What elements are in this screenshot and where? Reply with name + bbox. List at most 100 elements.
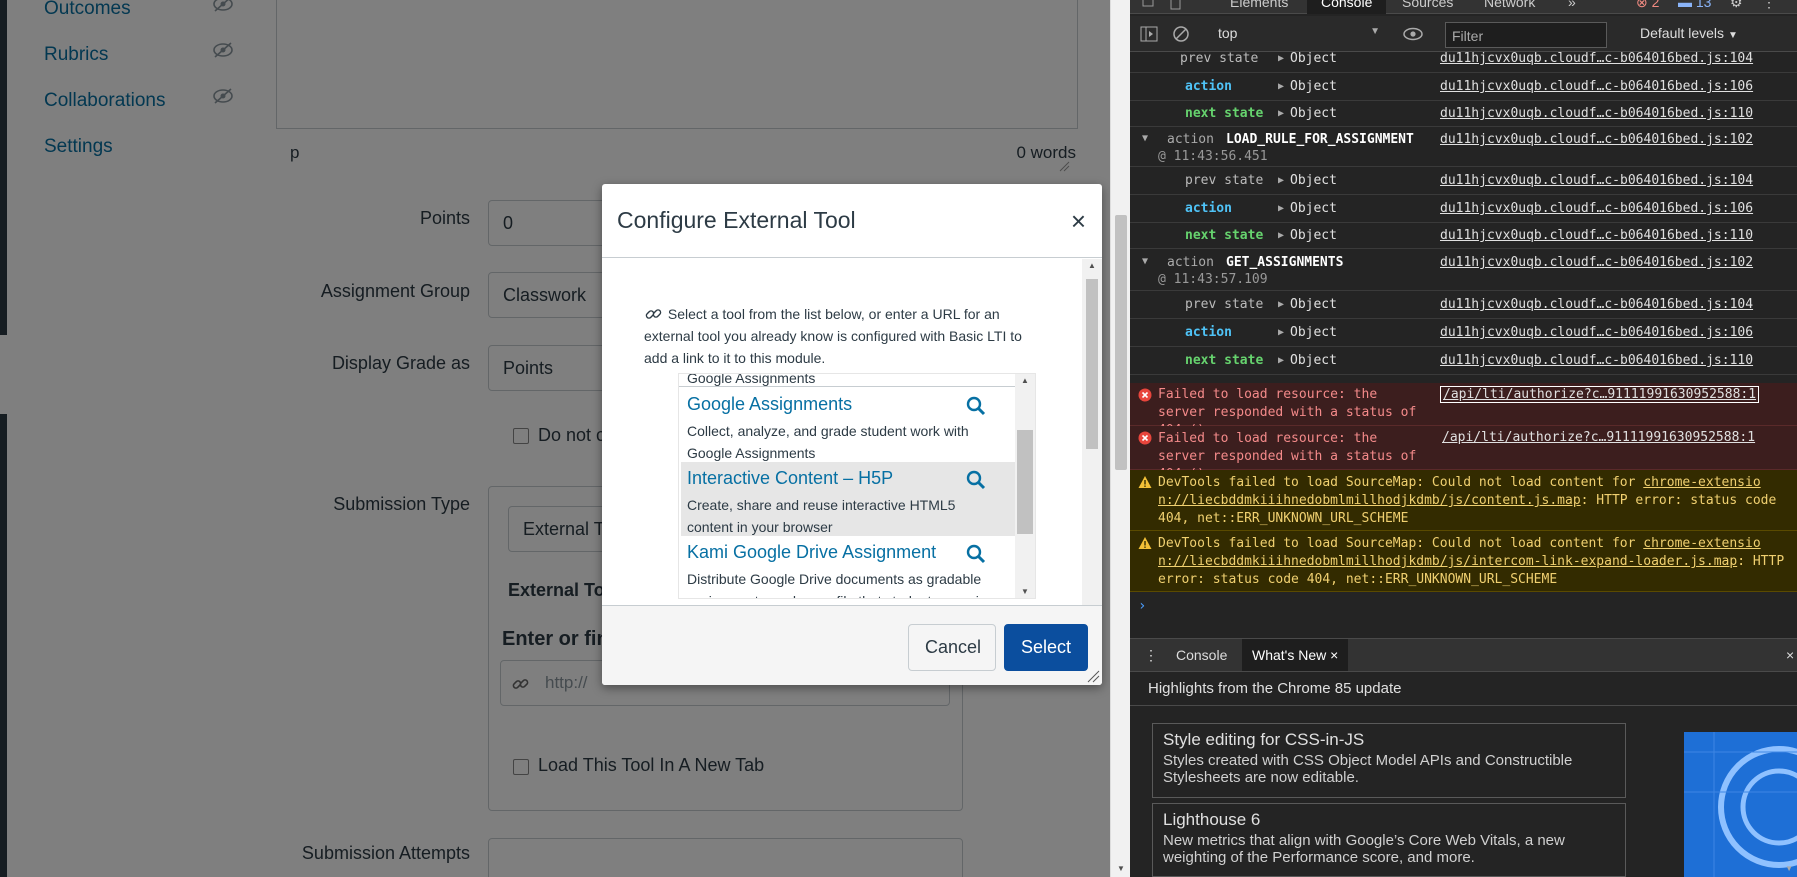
log-label: prev state [1185,297,1264,312]
tool-name[interactable]: Kami Google Drive Assignment [687,542,936,563]
tab-network[interactable]: Network [1484,0,1535,10]
scroll-down-arrow-icon[interactable]: ▼ [1117,864,1125,873]
expand-arrow-icon[interactable]: ▶ [1278,203,1284,214]
message-count-badge[interactable]: ▬ 13 [1678,0,1711,10]
devtools-tabbar: Elements Console Sources Network » ⊗ 2 ▬… [1130,0,1797,14]
cancel-button[interactable]: Cancel [908,624,996,671]
log-source-link[interactable]: du11hjcvx0uqb.cloudf…c-b064016bed.js:104 [1440,297,1753,312]
device-toolbar-icon[interactable] [1168,0,1184,10]
page-scrollbar[interactable]: ▼ [1110,0,1130,877]
error-source-link[interactable]: /api/lti/authorize?c…91111991630952588:1 [1442,430,1755,445]
tool-name[interactable]: Google Assignments [687,394,852,415]
modal-body-scrollbar[interactable]: ▲ [1082,259,1102,605]
tool-name[interactable]: Interactive Content – H5P [687,468,893,489]
log-source-link[interactable]: du11hjcvx0uqb.cloudf…c-b064016bed.js:104 [1440,173,1753,188]
scroll-up-arrow-icon[interactable]: ▲ [1021,376,1029,385]
close-drawer-icon[interactable]: × [1786,647,1794,663]
tab-elements[interactable]: Elements [1230,0,1288,10]
log-source-link[interactable]: du11hjcvx0uqb.cloudf…c-b064016bed.js:102 [1440,255,1753,270]
log-object[interactable]: Object [1290,106,1337,121]
log-source-link[interactable]: du11hjcvx0uqb.cloudf…c-b064016bed.js:102 [1440,132,1753,147]
devtools-panel: Elements Console Sources Network » ⊗ 2 ▬… [1130,0,1797,877]
log-source-link[interactable]: du11hjcvx0uqb.cloudf…c-b064016bed.js:110 [1440,228,1753,243]
tool-item-google-assignments[interactable]: Google Assignments Collect, analyze, and… [681,388,1017,462]
log-row: prev state ▶ Object du11hjcvx0uqb.cloudf… [1130,291,1797,319]
close-icon[interactable]: × [1330,647,1338,663]
log-object[interactable]: Object [1290,353,1337,368]
tool-list[interactable]: Google Assignments Google Assignments Co… [678,373,1036,599]
log-source-link[interactable]: du11hjcvx0uqb.cloudf…c-b064016bed.js:110 [1440,353,1753,368]
warning-message: DevTools failed to load SourceMap: Could… [1158,475,1777,526]
log-group-row[interactable]: ▼ action GET_ASSIGNMENTS du11hjcvx0uqb.c… [1130,249,1797,291]
drawer-tab-console[interactable]: Console [1176,647,1227,663]
link-icon [645,309,662,319]
log-label: next state [1185,228,1264,243]
whats-new-card[interactable]: Lighthouse 6 New metrics that align with… [1152,803,1626,877]
log-source-link[interactable]: du11hjcvx0uqb.cloudf…c-b064016bed.js:110 [1440,106,1753,121]
expand-arrow-icon[interactable]: ▶ [1278,175,1284,186]
sidebar-toggle-icon[interactable] [1140,25,1158,43]
log-object[interactable]: Object [1290,325,1337,340]
more-options-icon[interactable]: ⋮ [1762,0,1776,11]
log-object[interactable]: Object [1290,51,1337,66]
log-levels-dropdown[interactable]: Default levels ▼ [1640,25,1738,41]
drawer-menu-icon[interactable]: ⋮ [1144,647,1158,664]
log-object[interactable]: Object [1290,297,1337,312]
page-scroll-thumb[interactable] [1115,215,1127,470]
expand-arrow-icon[interactable]: ▶ [1278,53,1284,64]
log-source-link[interactable]: du11hjcvx0uqb.cloudf…c-b064016bed.js:104 [1440,51,1753,66]
collapse-arrow-icon[interactable]: ▼ [1142,256,1148,267]
card-title: Style editing for CSS-in-JS [1163,730,1365,749]
error-source-link[interactable]: /api/lti/authorize?c…91111991630952588:1 [1440,386,1760,403]
log-label: action [1185,79,1232,94]
expand-arrow-icon[interactable]: ▶ [1278,108,1284,119]
close-icon[interactable]: × [1071,206,1086,237]
log-object[interactable]: Object [1290,228,1337,243]
expand-arrow-icon[interactable]: ▶ [1278,299,1284,310]
more-tabs-icon[interactable]: » [1568,0,1576,10]
action-timestamp: @ 11:43:57.109 [1158,272,1268,287]
log-object[interactable]: Object [1290,173,1337,188]
search-icon[interactable] [965,543,987,565]
scroll-down-arrow-icon[interactable]: ▼ [1021,587,1029,596]
modal-body-scroll-thumb[interactable] [1086,279,1098,449]
scroll-down-arrow-icon[interactable]: ▼ [1785,864,1793,873]
dialog-resize-grip-icon[interactable] [1086,669,1100,683]
tool-list-scroll-thumb[interactable] [1017,430,1033,534]
expand-arrow-icon[interactable]: ▶ [1278,355,1284,366]
drawer-tab-whats-new[interactable]: What's New × [1242,639,1349,671]
log-source-link[interactable]: du11hjcvx0uqb.cloudf…c-b064016bed.js:106 [1440,201,1753,216]
error-row: Failed to load resource: the server resp… [1130,383,1797,438]
live-expression-eye-icon[interactable] [1402,25,1424,43]
context-selector[interactable]: top ▼ [1218,25,1380,45]
clear-console-icon[interactable] [1172,25,1190,43]
expand-arrow-icon[interactable]: ▶ [1278,230,1284,241]
tab-console[interactable]: Console [1307,0,1387,14]
expand-arrow-icon[interactable]: ▶ [1278,81,1284,92]
log-group-row[interactable]: ▼ action LOAD_RULE_FOR_ASSIGNMENT du11hj… [1130,127,1797,167]
expand-arrow-icon[interactable]: ▶ [1278,327,1284,338]
tool-item-h5p[interactable]: Interactive Content – H5P Create, share … [681,462,1017,536]
search-icon[interactable] [965,395,987,417]
tab-sources[interactable]: Sources [1402,0,1453,10]
settings-gear-icon[interactable]: ⚙ [1730,0,1743,11]
inspect-icon[interactable] [1142,0,1158,10]
console-prompt-icon[interactable]: › [1138,598,1146,614]
log-source-link[interactable]: du11hjcvx0uqb.cloudf…c-b064016bed.js:106 [1440,79,1753,94]
log-row: prev state ▶ Object du11hjcvx0uqb.cloudf… [1130,167,1797,195]
log-row: next state ▶ Object du11hjcvx0uqb.cloudf… [1130,223,1797,249]
chevron-down-icon: ▼ [1370,26,1380,37]
scroll-up-arrow-icon[interactable]: ▲ [1088,261,1096,270]
tool-item-kami[interactable]: Kami Google Drive Assignment Distribute … [681,536,1017,598]
tool-list-scrollbar[interactable]: ▲ ▼ [1015,374,1035,598]
tool-description: Collect, analyze, and grade student work… [687,423,969,461]
whats-new-card[interactable]: Style editing for CSS-in-JS Styles creat… [1152,723,1626,798]
collapse-arrow-icon[interactable]: ▼ [1142,133,1148,144]
log-source-link[interactable]: du11hjcvx0uqb.cloudf…c-b064016bed.js:106 [1440,325,1753,340]
log-object[interactable]: Object [1290,201,1337,216]
select-button[interactable]: Select [1004,624,1088,671]
log-object[interactable]: Object [1290,79,1337,94]
error-count-badge[interactable]: ⊗ 2 [1636,0,1659,11]
modal-body: Select a tool from the list below, or en… [602,259,1102,605]
search-icon[interactable] [965,469,987,491]
